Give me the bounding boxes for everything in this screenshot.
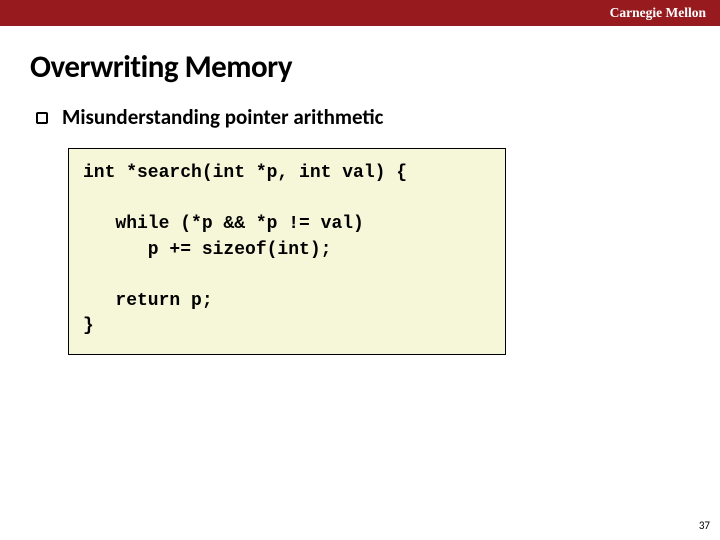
slide-title: Overwriting Memory [30, 48, 720, 86]
code-block: int *search(int *p, int val) { while (*p… [68, 148, 506, 355]
bullet-marker-icon [36, 112, 48, 124]
bullet-item: Misunderstanding pointer arithmetic [36, 104, 720, 130]
bullet-text: Misunderstanding pointer arithmetic [62, 104, 383, 130]
institution-name: Carnegie Mellon [610, 5, 706, 21]
header-bar: Carnegie Mellon [0, 0, 720, 26]
page-number: 37 [699, 519, 710, 532]
